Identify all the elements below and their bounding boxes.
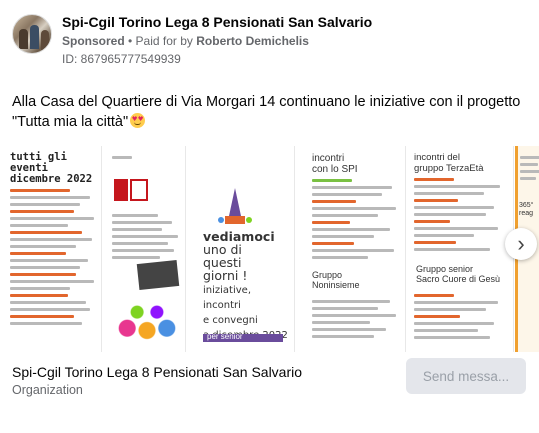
page-name-link[interactable]: Spi-Cgil Torino Lega 8 Pensionati San Sa… — [62, 14, 372, 30]
terzaeta-list-graphic — [414, 178, 513, 251]
carousel-card-spi[interactable]: incontri con lo SPI Gruppo Noninsieme — [306, 146, 406, 352]
post-header: Spi-Cgil Torino Lega 8 Pensionati San Sa… — [12, 12, 527, 72]
card-title: incontri del gruppo TerzaEtà — [414, 152, 484, 174]
per-senior-label: per senior — [207, 332, 243, 341]
vediamoci-headline: vediamoci uno di questi giorni ! iniziat… — [203, 229, 288, 341]
card-title: tutti gli eventi dicembre 2022 — [10, 151, 93, 185]
event-list-graphic — [10, 189, 101, 325]
spi-event-list-graphic — [312, 179, 405, 259]
card-title: incontri con lo SPI — [312, 153, 358, 175]
chevron-right-icon: › — [517, 231, 525, 256]
sansa-logo-icon — [136, 259, 180, 291]
partner-list-graphic — [112, 214, 178, 263]
footer-org-name[interactable]: Spi-Cgil Torino Lega 8 Pensionati San Sa… — [12, 364, 372, 380]
carousel-next-button[interactable]: › — [505, 228, 537, 260]
carousel-card-partners[interactable] — [108, 146, 186, 352]
paid-by-name: Roberto Demichelis — [196, 34, 309, 48]
avatar-figure — [19, 29, 28, 49]
sponsored-label: Sponsored — [62, 34, 125, 48]
culture-illustration-icon — [114, 296, 180, 342]
post-body-text: Alla Casa del Quartiere di Via Morgari 1… — [12, 94, 521, 130]
card-label: 365° reag — [519, 202, 534, 217]
sponsored-line: Sponsored • Paid for by Roberto Demichel… — [62, 34, 309, 48]
noninsieme-list-graphic — [312, 300, 396, 342]
heart-eyes-emoji-icon — [130, 113, 146, 128]
group-sacro-cuore-title: Gruppo senior Sacro Cuore di Gesù — [416, 264, 501, 284]
mole-antonelliana-icon — [218, 188, 252, 224]
send-message-button[interactable]: Send messa... — [406, 358, 526, 394]
partner-logo-icon — [130, 179, 148, 201]
partner-text-graphic — [112, 156, 185, 159]
footer-org-type: Organization — [12, 383, 83, 397]
avatar-figure — [30, 25, 39, 49]
avatar-figure — [41, 30, 49, 50]
partial-list-graphic — [520, 156, 539, 180]
carousel-card-terzaeta[interactable]: incontri del gruppo TerzaEtà Gruppo seni… — [406, 146, 514, 352]
page-avatar[interactable] — [12, 14, 52, 54]
ad-id: ID: 867965777549939 — [62, 52, 181, 66]
paid-for-prefix: • Paid for by — [124, 34, 197, 48]
image-carousel[interactable]: tutti gli eventi dicembre 2022 vediamoci… — [0, 146, 539, 352]
sacro-cuore-list-graphic — [414, 294, 498, 343]
post-body: Alla Casa del Quartiere di Via Morgari 1… — [12, 92, 527, 132]
carousel-card-events[interactable]: tutti gli eventi dicembre 2022 — [6, 146, 102, 352]
carousel-card-vediamoci[interactable]: vediamoci uno di questi giorni ! iniziat… — [195, 146, 295, 352]
cgil-logo-icon — [114, 179, 128, 201]
group-noninsieme-title: Gruppo Noninsieme — [312, 270, 360, 290]
